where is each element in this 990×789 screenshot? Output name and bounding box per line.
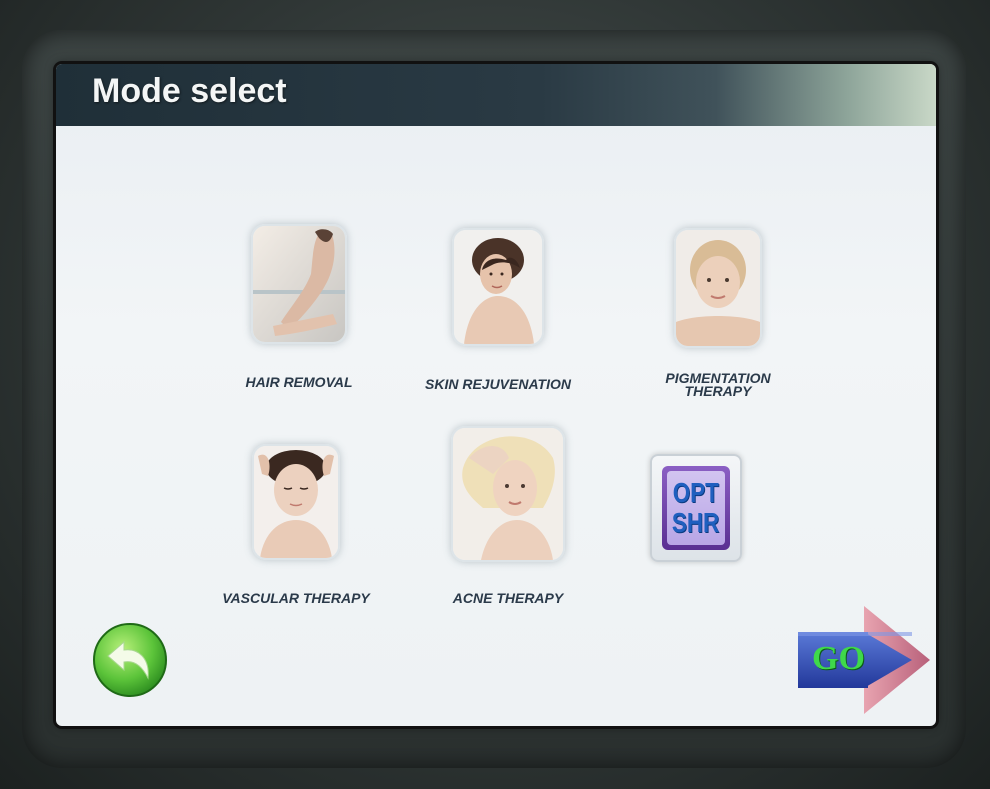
touch-screen: Mode select HAIR REMOVAL SKIN REJUVENATI… bbox=[56, 64, 936, 726]
opt-shr-icon: OPT SHR bbox=[662, 466, 730, 550]
opt-shr-button[interactable]: OPT SHR bbox=[650, 454, 742, 562]
hair-removal-thumbnail[interactable] bbox=[251, 224, 347, 344]
hair-removal-label: HAIR REMOVAL bbox=[245, 374, 353, 390]
mode-vascular-therapy[interactable]: VASCULAR THERAPY bbox=[206, 444, 386, 605]
skin-rejuvenation-thumbnail[interactable] bbox=[452, 228, 544, 346]
opt-shr-icon-face: OPT SHR bbox=[667, 471, 725, 545]
go-label: GO bbox=[812, 640, 865, 677]
pigmentation-label-line2: THERAPY bbox=[684, 383, 752, 399]
opt-label: OPT bbox=[672, 477, 720, 508]
mode-pigmentation-therapy[interactable]: PIGMENTATION THERAPY bbox=[638, 228, 798, 398]
shr-label: SHR bbox=[672, 507, 720, 538]
back-button[interactable] bbox=[92, 622, 168, 698]
go-button[interactable]: GO bbox=[794, 602, 930, 718]
mode-skin-rejuvenation[interactable]: SKIN REJUVENATION bbox=[408, 228, 588, 391]
mode-acne-therapy[interactable]: ACNE THERAPY bbox=[418, 426, 598, 605]
pigmentation-therapy-label: PIGMENTATION THERAPY bbox=[665, 371, 770, 399]
back-arrow-icon bbox=[93, 623, 167, 697]
pigmentation-therapy-thumbnail[interactable] bbox=[674, 228, 762, 348]
mode-hair-removal[interactable]: HAIR REMOVAL bbox=[224, 224, 374, 389]
page-title: Mode select bbox=[92, 72, 287, 110]
acne-therapy-label: ACNE THERAPY bbox=[452, 590, 564, 606]
acne-therapy-thumbnail[interactable] bbox=[451, 426, 565, 562]
vascular-therapy-label: VASCULAR THERAPY bbox=[222, 590, 370, 606]
skin-rejuvenation-label: SKIN REJUVENATION bbox=[425, 376, 571, 392]
mode-opt-shr[interactable]: OPT SHR bbox=[650, 454, 742, 562]
title-bar: Mode select bbox=[56, 64, 936, 126]
vascular-therapy-thumbnail[interactable] bbox=[252, 444, 340, 560]
